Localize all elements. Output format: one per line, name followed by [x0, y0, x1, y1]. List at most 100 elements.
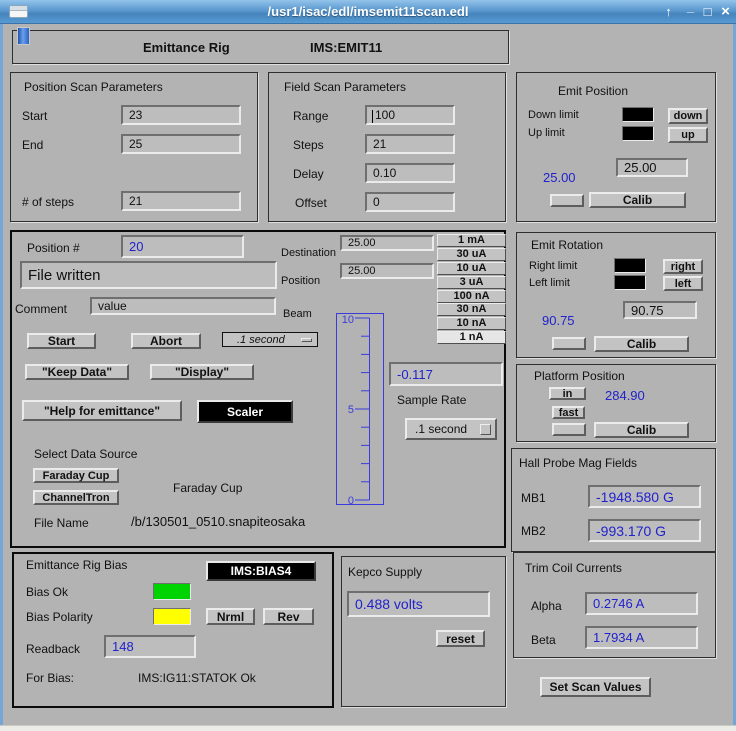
polarity-normal-button[interactable]: Nrml: [206, 608, 255, 625]
mb2-label: MB2: [521, 524, 546, 538]
position2-label: Position: [281, 275, 320, 287]
up-limit-label: Up limit: [528, 127, 565, 139]
emit-rotation-aux-button[interactable]: [552, 337, 586, 350]
field-scan-title: Field Scan Parameters: [284, 80, 406, 94]
close-button[interactable]: ×: [717, 3, 734, 20]
beam-scale-button[interactable]: 3 uA: [437, 276, 506, 289]
window-titlebar[interactable]: /usr1/isac/edl/imsemit11scan.edl ↑ _ □ ×: [0, 0, 736, 24]
delay-input[interactable]: 0.10: [365, 163, 455, 183]
emit-rotation-setpoint-input[interactable]: 90.75: [623, 301, 697, 319]
kepco-reset-button[interactable]: reset: [436, 630, 485, 647]
beam-scale-button[interactable]: 10 nA: [437, 317, 506, 330]
position-number-field[interactable]: 20: [121, 235, 244, 258]
platform-in-button[interactable]: in: [549, 387, 586, 400]
abort-button[interactable]: Abort: [131, 333, 201, 349]
down-limit-indicator: [622, 107, 654, 122]
beam-scale-button[interactable]: 30 uA: [437, 248, 506, 261]
emit-position-setpoint-input[interactable]: 25.00: [616, 158, 688, 177]
comment-value: value: [98, 299, 127, 313]
range-input[interactable]: 100: [365, 105, 455, 125]
emit-position-title: Emit Position: [558, 84, 628, 98]
alpha-label: Alpha: [531, 599, 562, 613]
emit-position-aux-button[interactable]: [550, 194, 584, 207]
jog-up-button[interactable]: up: [668, 127, 708, 143]
interval-dropdown-value: .1 second: [237, 334, 285, 346]
beam-scale-button[interactable]: 1 mA: [437, 234, 506, 247]
end-label: End: [22, 138, 43, 152]
polarity-reverse-button[interactable]: Rev: [263, 608, 314, 625]
window-frame-left: [0, 24, 3, 726]
beam-meter: 10 5 0: [336, 313, 384, 505]
alpha-field: 0.2746 A: [585, 592, 698, 615]
emit-rotation-readback: 90.75: [542, 313, 575, 328]
platform-calib-button[interactable]: Calib: [594, 422, 689, 438]
end-input[interactable]: 25: [121, 134, 241, 154]
hall-probe-title: Hall Probe Mag Fields: [519, 456, 637, 470]
keep-data-button[interactable]: "Keep Data": [25, 364, 129, 380]
start-button[interactable]: Start: [27, 333, 96, 349]
app-icon[interactable]: [17, 27, 30, 45]
platform-fast-button[interactable]: fast: [552, 406, 585, 419]
scaler-button[interactable]: Scaler: [197, 400, 293, 423]
shade-button[interactable]: ↑: [660, 3, 677, 20]
num-steps-label: # of steps: [22, 195, 74, 209]
offset-input[interactable]: 0: [365, 192, 455, 212]
maximize-button[interactable]: □: [699, 3, 716, 20]
steps-input[interactable]: 21: [365, 134, 455, 154]
window-frame-bottom: [0, 725, 736, 731]
emit-rotation-setpoint: 90.75: [631, 303, 664, 318]
status-message-field: File written: [20, 261, 277, 289]
display-button[interactable]: "Display": [150, 364, 254, 380]
start-label: Start: [22, 109, 47, 123]
mb1-value: -1948.580 G: [596, 489, 674, 505]
beam-scale-button[interactable]: 10 uA: [437, 262, 506, 275]
page-title: Emittance Rig: [143, 40, 230, 55]
faraday-cup-button[interactable]: Faraday Cup: [33, 468, 119, 483]
jog-right-button[interactable]: right: [663, 259, 703, 274]
steps-label: Steps: [293, 138, 324, 152]
right-limit-indicator: [614, 258, 646, 273]
file-name-label: File Name: [34, 516, 89, 530]
left-limit-label: Left limit: [529, 277, 570, 289]
help-button[interactable]: "Help for emittance": [22, 400, 182, 421]
interval-dropdown[interactable]: .1 second: [222, 332, 318, 347]
beam-scale-button[interactable]: 30 nA: [437, 303, 506, 316]
jog-down-button[interactable]: down: [668, 108, 708, 124]
device-label: IMS:EMIT11: [310, 40, 382, 55]
emit-position-calib-button[interactable]: Calib: [589, 192, 686, 208]
beam-scale-button-selected[interactable]: 1 nA: [437, 331, 506, 344]
trim-coil-title: Trim Coil Currents: [525, 561, 622, 575]
set-scan-values-button[interactable]: Set Scan Values: [540, 677, 651, 697]
channeltron-button[interactable]: ChannelTron: [33, 490, 119, 505]
num-steps-value: 21: [129, 194, 142, 208]
platform-readback: 284.90: [605, 388, 645, 403]
window-title: /usr1/isac/edl/imsemit11scan.edl: [0, 4, 736, 19]
jog-left-button[interactable]: left: [663, 276, 703, 291]
range-label: Range: [293, 109, 328, 123]
emit-rotation-calib-button[interactable]: Calib: [594, 336, 689, 352]
readback-label: Readback: [26, 642, 80, 656]
bias-readback-value: 148: [112, 639, 134, 654]
comment-label: Comment: [15, 302, 67, 316]
beam-scale-button[interactable]: 100 nA: [437, 290, 506, 303]
sample-rate-label: Sample Rate: [397, 393, 466, 407]
delay-label: Delay: [293, 167, 324, 181]
header-box: [12, 30, 509, 64]
platform-aux-button[interactable]: [552, 423, 586, 436]
delay-value: 0.10: [373, 166, 396, 180]
minimize-button[interactable]: _: [682, 0, 699, 15]
bias-readback-field[interactable]: 148: [104, 635, 196, 658]
application-window: /usr1/isac/edl/imsemit11scan.edl ↑ _ □ ×…: [0, 0, 736, 731]
position-number-label: Position #: [27, 241, 80, 255]
num-steps-input[interactable]: 21: [121, 191, 241, 211]
platform-position-title: Platform Position: [534, 369, 625, 383]
bias-device-button[interactable]: IMS:BIAS4: [206, 561, 316, 581]
start-input[interactable]: 23: [121, 105, 241, 125]
meter-max-label: 10: [342, 314, 354, 326]
emit-position-readback: 25.00: [543, 170, 576, 185]
comment-input[interactable]: value: [90, 297, 276, 315]
dropdown-indicator-icon: [301, 338, 312, 342]
sample-rate-dropdown[interactable]: .1 second: [405, 418, 497, 440]
dropdown-box-icon: [480, 424, 491, 435]
up-limit-indicator: [622, 126, 654, 141]
